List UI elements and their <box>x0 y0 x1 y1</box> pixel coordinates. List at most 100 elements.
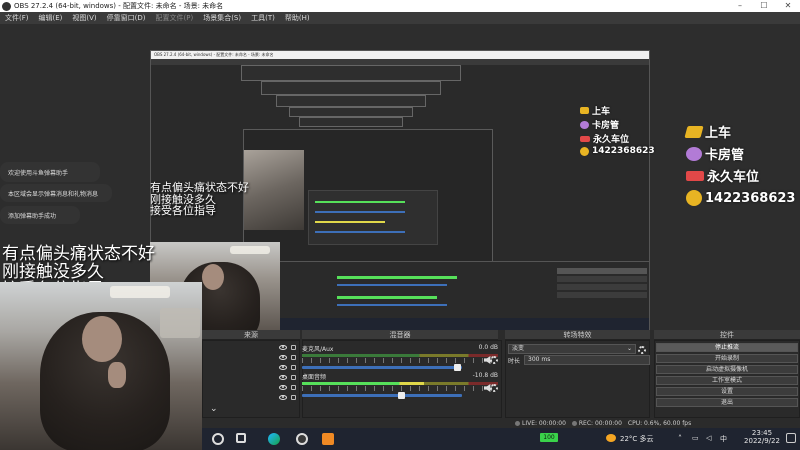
source-row[interactable] <box>210 383 298 392</box>
settings-button[interactable]: 设置 <box>656 387 798 396</box>
visibility-eye-icon[interactable] <box>279 395 287 400</box>
volume-slider[interactable] <box>302 364 462 371</box>
menu-help[interactable]: 帮助(H) <box>280 13 315 23</box>
menu-docks[interactable]: 停靠窗口(D) <box>102 13 151 23</box>
person-face <box>202 264 224 290</box>
badge-mid-0: 上车 <box>580 104 610 117</box>
close-button[interactable]: ✕ <box>776 0 800 12</box>
nested-meter <box>337 276 457 279</box>
menu-tools[interactable]: 工具(T) <box>246 13 280 23</box>
lock-icon[interactable] <box>291 375 296 380</box>
gear-icon[interactable] <box>638 346 646 354</box>
source-row[interactable] <box>210 393 298 402</box>
nested-slider <box>315 211 405 213</box>
transition-selected: 淡变 <box>512 345 525 352</box>
search-circle-icon[interactable] <box>212 433 224 445</box>
nested-meter <box>315 201 405 203</box>
slider-knob[interactable] <box>398 392 405 399</box>
lock-icon[interactable] <box>291 345 296 350</box>
overlay-line-2: 刚接触没多久 <box>2 261 104 282</box>
menu-file[interactable]: 文件(F) <box>0 13 34 23</box>
douyu-app-icon[interactable] <box>322 433 334 445</box>
live-status: LIVE: 00:00:00 <box>515 420 566 427</box>
ceiling-light <box>230 246 270 254</box>
volume-slider[interactable] <box>302 392 462 399</box>
source-row[interactable] <box>210 353 298 362</box>
notifications-icon[interactable] <box>786 433 796 443</box>
channel-name: 麦克风/Aux <box>302 346 334 353</box>
maximize-button[interactable]: ☐ <box>752 0 776 12</box>
visibility-eye-icon[interactable] <box>279 385 287 390</box>
lock-icon[interactable] <box>291 365 296 370</box>
source-row[interactable] <box>210 343 298 352</box>
badge-label: 卡房管 <box>592 121 620 131</box>
sources-dock-title: 来源 <box>202 330 300 340</box>
obs-app-icon[interactable] <box>296 433 308 445</box>
badge-label: 永久车位 <box>593 135 630 145</box>
visibility-eye-icon[interactable] <box>279 355 287 360</box>
volume-meter <box>302 354 498 357</box>
menu-bar: 文件(F) 编辑(E) 视图(V) 停靠窗口(D) 配置文件(P) 场景集合(S… <box>0 12 800 24</box>
channel-db: 0.0 dB <box>478 344 498 351</box>
exit-button[interactable]: 退出 <box>656 398 798 407</box>
nested-slider <box>337 304 447 306</box>
edge-browser-icon[interactable] <box>268 433 280 445</box>
camera-preview-large <box>0 282 202 450</box>
visibility-eye-icon[interactable] <box>279 365 287 370</box>
lock-icon[interactable] <box>291 395 296 400</box>
scroll-down-chevron-icon[interactable]: ⌄ <box>210 404 218 414</box>
stop-streaming-button[interactable]: 停止推流 <box>656 343 798 352</box>
transition-select[interactable]: 淡变 ⌄ <box>508 344 636 354</box>
windows-taskbar: 100 22°C 多云 ˄ ▭ ◁ 中 23:45 2022/9/22 <box>202 428 800 450</box>
avatar-icon <box>580 146 589 156</box>
overlay-line-3: 接受各位指导 <box>150 204 216 218</box>
volume-meter <box>302 382 498 385</box>
clock[interactable]: 23:45 2022/9/22 <box>742 429 782 445</box>
task-view-icon[interactable] <box>236 433 246 443</box>
slider-knob[interactable] <box>454 364 461 371</box>
badge-label: 卡房管 <box>705 148 745 163</box>
badge-large-2: 永久车位 <box>686 166 759 185</box>
menu-profile: 配置文件(P) <box>155 14 194 22</box>
rec-dot-icon <box>571 420 577 426</box>
lock-icon[interactable] <box>291 385 296 390</box>
gear-icon[interactable] <box>490 356 498 364</box>
studio-mode-button[interactable]: 工作室模式 <box>656 376 798 385</box>
nested-control-button <box>557 292 647 298</box>
mixer-channel-mic: 麦克风/Aux 0.0 dB <box>302 344 498 371</box>
nested-control-button <box>557 284 647 290</box>
nested-taskbar <box>277 318 649 330</box>
battery-indicator[interactable]: 100 <box>540 433 558 442</box>
source-row[interactable] <box>210 373 298 382</box>
gear-icon[interactable] <box>490 384 498 392</box>
channel-header: 麦克风/Aux 0.0 dB <box>302 344 498 353</box>
lock-icon[interactable] <box>291 355 296 360</box>
network-icon[interactable]: ▭ <box>692 434 699 442</box>
minimize-button[interactable]: – <box>728 0 752 12</box>
weather-text[interactable]: 22°C 多云 <box>620 434 654 444</box>
menu-edit[interactable]: 编辑(E) <box>34 13 68 23</box>
menu-view[interactable]: 视图(V) <box>67 13 101 23</box>
notification-text: 欢迎使用斗鱼弹幕助手 <box>8 169 69 177</box>
window-title: OBS 27.2.4 (64-bit, windows) - 配置文件: 未命名… <box>14 2 224 10</box>
menu-scene-collection[interactable]: 场景集合(S) <box>198 13 246 23</box>
window-titlebar: OBS 27.2.4 (64-bit, windows) - 配置文件: 未命名… <box>0 0 800 12</box>
visibility-eye-icon[interactable] <box>279 345 287 350</box>
nested-frame <box>299 117 403 127</box>
duration-input[interactable]: 300 ms <box>524 355 650 365</box>
overlay-text-mid: 有点偏头痛状态不好 刚接触没多久 接受各位指导 <box>150 182 249 217</box>
badge-label: 上车 <box>592 107 611 117</box>
virtual-camera-button[interactable]: 启动虚拟摄像机 <box>656 365 798 374</box>
nested-window-title: OBS 27.2.4 (64-bit, windows) - 配置文件: 未命名… <box>151 51 649 59</box>
overlay-line-1: 有点偏头痛状态不好 <box>150 181 249 194</box>
chevron-down-icon: ⌄ <box>626 345 632 352</box>
car-icon <box>580 135 590 142</box>
controls-dock-title: 控件 <box>654 330 800 340</box>
start-recording-button[interactable]: 开始录制 <box>656 354 798 363</box>
tray-overflow-icon[interactable]: ˄ <box>678 434 682 443</box>
source-row[interactable] <box>210 363 298 372</box>
visibility-eye-icon[interactable] <box>279 375 287 380</box>
ime-icon[interactable]: 中 <box>720 434 727 444</box>
badge-mid-3: 1422368623 <box>580 146 655 156</box>
volume-icon[interactable]: ◁ <box>706 434 711 442</box>
